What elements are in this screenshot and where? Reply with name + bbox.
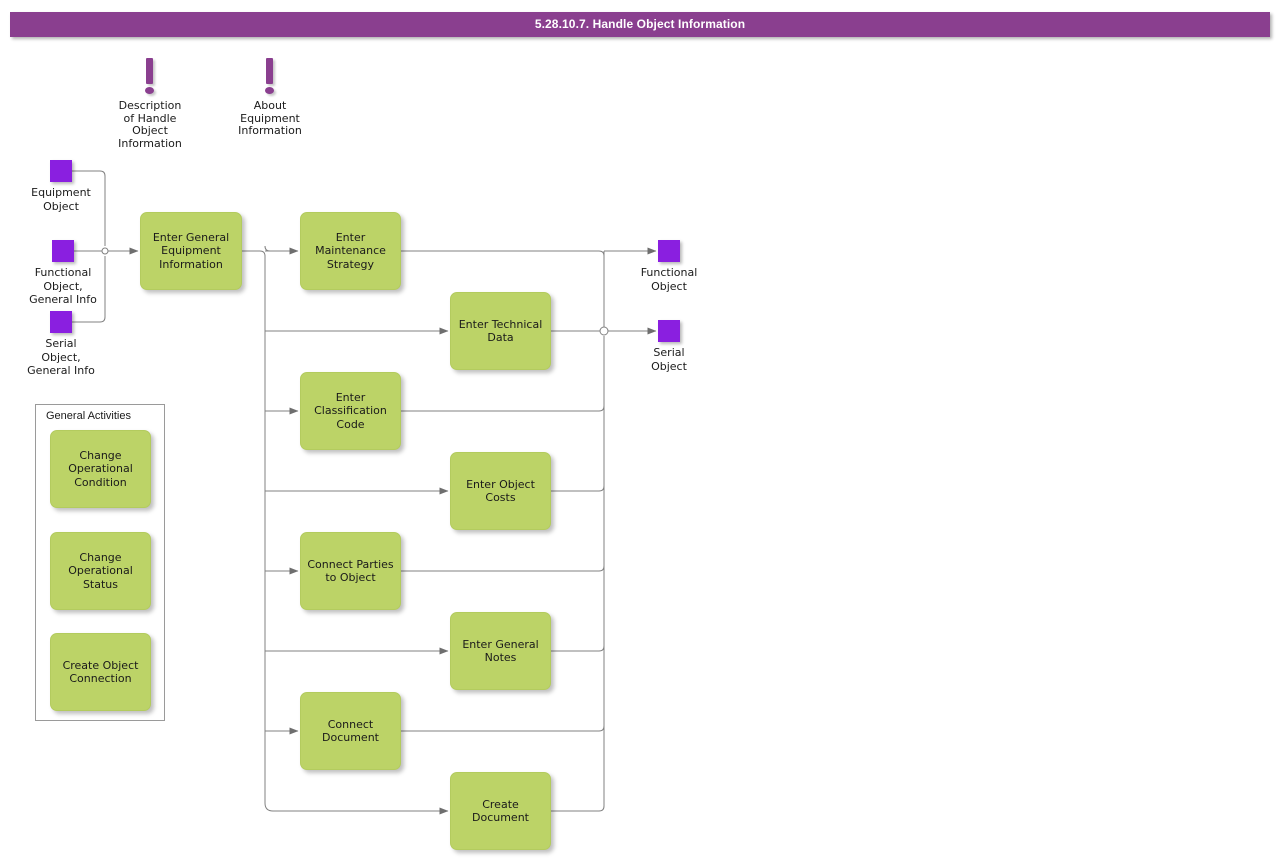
process-create-object-connection[interactable]: Create Object Connection [50, 633, 151, 711]
note-label: Description of Handle Object Information [118, 99, 182, 150]
object-square-icon [50, 160, 72, 182]
junction-dot-inputs [101, 247, 109, 255]
process-enter-object-costs[interactable]: Enter Object Costs [450, 452, 551, 530]
general-activities-title: General Activities [46, 410, 131, 422]
process-connect-parties-to-object[interactable]: Connect Parties to Object [300, 532, 401, 610]
note-label: About Equipment Information [238, 99, 302, 138]
object-node-serial-object[interactable]: Serial Object [651, 320, 687, 373]
process-connect-document[interactable]: Connect Document [300, 692, 401, 770]
process-create-document[interactable]: Create Document [450, 772, 551, 850]
object-node-label: Functional Object [640, 266, 698, 293]
object-square-icon [50, 311, 72, 333]
object-node-functional-object[interactable]: Functional Object [641, 240, 697, 293]
process-change-operational-status[interactable]: Change Operational Status [50, 532, 151, 610]
wire-enter-object-costs-out [551, 336, 605, 492]
object-node-functional-object-general-info[interactable]: Functional Object, General Info [29, 240, 97, 306]
object-node-label: Serial Object, General Info [27, 337, 95, 377]
object-node-serial-object-general-info[interactable]: Serial Object, General Info [27, 311, 95, 377]
object-square-icon [658, 240, 680, 262]
object-node-label: Equipment Object [31, 186, 91, 213]
bus-corner-top [264, 245, 271, 252]
process-enter-general-notes[interactable]: Enter General Notes [450, 612, 551, 690]
process-enter-technical-data[interactable]: Enter Technical Data [450, 292, 551, 370]
object-square-icon [52, 240, 74, 262]
title-bar: 5.28.10.7. Handle Object Information [10, 12, 1270, 37]
wire-main-to-bus [242, 250, 266, 803]
note-about-equipment-information: About Equipment Information [230, 58, 310, 158]
process-change-operational-condition[interactable]: Change Operational Condition [50, 430, 151, 508]
junction-hop-serial-object [599, 326, 609, 336]
process-enter-maintenance-strategy[interactable]: Enter Maintenance Strategy [300, 212, 401, 290]
page-title: 5.28.10.7. Handle Object Information [534, 17, 746, 31]
object-node-equipment-object[interactable]: Equipment Object [31, 160, 91, 213]
wire-bus-to-create-document [264, 802, 449, 815]
exclamation-icon [145, 58, 154, 94]
diagram-canvas: 5.28.10.7. Handle Object Information Des… [0, 0, 1280, 860]
exclamation-icon [265, 58, 274, 94]
wire-create-document-out [551, 344, 605, 812]
wire-enter-general-notes-out [551, 340, 605, 652]
process-enter-classification-code[interactable]: Enter Classification Code [300, 372, 401, 450]
object-square-icon [658, 320, 680, 342]
object-node-label: Serial Object [651, 346, 687, 373]
object-node-label: Functional Object, General Info [29, 266, 97, 306]
note-description-of-handle-object-information: Description of Handle Object Information [110, 58, 190, 158]
process-enter-general-equipment-information[interactable]: Enter General Equipment Information [140, 212, 242, 290]
